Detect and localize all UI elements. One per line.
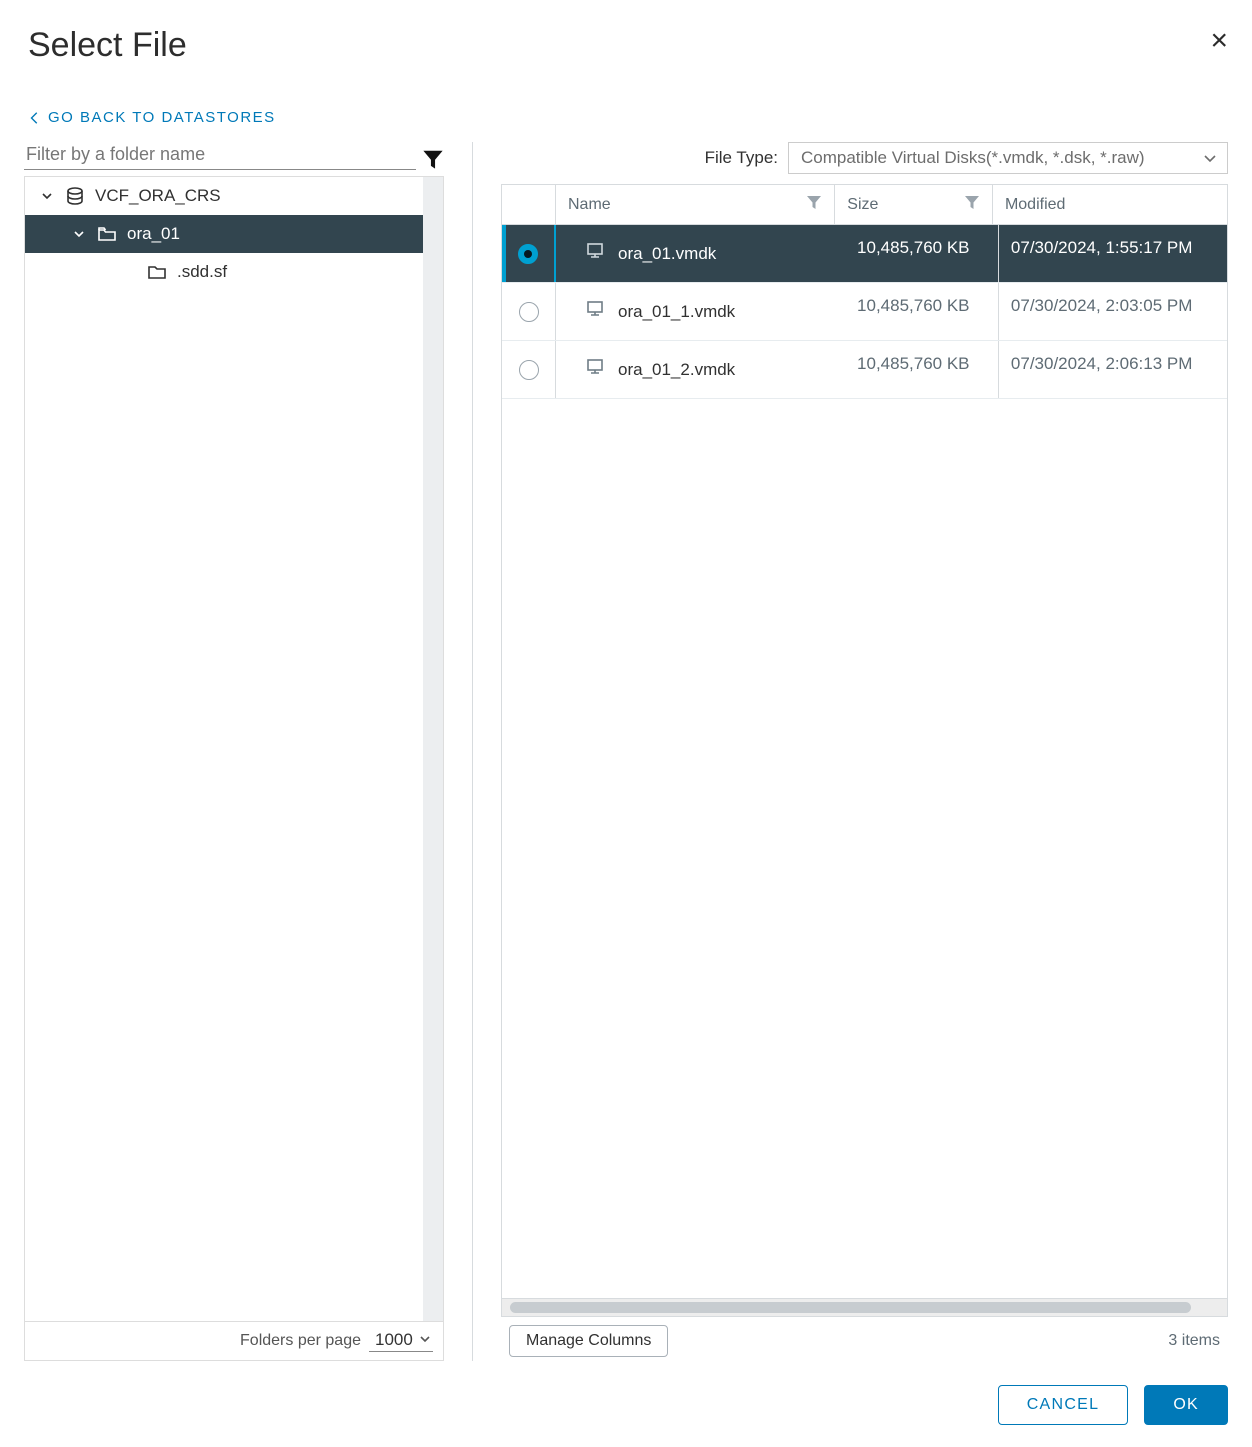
file-type-value: Compatible Virtual Disks(*.vmdk, *.dsk, …: [801, 148, 1145, 167]
row-name-cell: ora_01_2.vmdk: [556, 341, 845, 398]
grid-body: ora_01.vmdk 10,485,760 KB 07/30/2024, 1:…: [502, 225, 1227, 1298]
row-radio[interactable]: [502, 341, 556, 398]
tree-folder-child[interactable]: .sdd.sf: [25, 253, 443, 291]
folder-open-icon: [97, 224, 117, 244]
file-name: ora_01_1.vmdk: [618, 302, 735, 322]
file-name: ora_01_2.vmdk: [618, 360, 735, 380]
row-modified-cell: 07/30/2024, 2:03:05 PM: [999, 283, 1227, 340]
column-label: Modified: [1005, 196, 1065, 214]
folders-per-page-label: Folders per page: [240, 1332, 361, 1350]
radio-icon: [519, 360, 539, 380]
radio-icon: [518, 244, 538, 264]
row-radio[interactable]: [502, 283, 556, 340]
row-modified-cell: 07/30/2024, 1:55:17 PM: [999, 225, 1227, 282]
tree-folder-open[interactable]: ora_01: [25, 215, 423, 253]
back-link-label: GO BACK TO DATASTORES: [48, 109, 276, 126]
file-type-row: File Type: Compatible Virtual Disks(*.vm…: [501, 140, 1228, 184]
tree-item-label: .sdd.sf: [177, 262, 227, 282]
horizontal-scrollbar[interactable]: [502, 1298, 1227, 1316]
file-list-panel: File Type: Compatible Virtual Disks(*.vm…: [501, 140, 1228, 1361]
select-file-dialog: Select File × GO BACK TO DATASTORES: [0, 0, 1252, 1447]
folders-per-page: Folders per page 1000: [25, 1321, 443, 1360]
vm-disk-icon: [586, 358, 604, 381]
dialog-footer: CANCEL OK: [18, 1361, 1234, 1429]
manage-columns-button[interactable]: Manage Columns: [509, 1325, 668, 1357]
close-icon[interactable]: ×: [1210, 26, 1228, 56]
column-name[interactable]: Name: [556, 185, 835, 224]
column-label: Name: [568, 196, 611, 214]
row-size-cell: 10,485,760 KB: [845, 341, 999, 398]
column-modified[interactable]: Modified: [993, 185, 1227, 224]
grid-header: Name Size Modified: [502, 185, 1227, 225]
datastore-icon: [65, 186, 85, 206]
folder-icon: [147, 262, 167, 282]
row-size-cell: 10,485,760 KB: [845, 283, 999, 340]
dialog-header: Select File ×: [18, 18, 1234, 105]
column-select: [502, 185, 556, 224]
folder-filter-input[interactable]: [24, 140, 416, 170]
vm-disk-icon: [586, 300, 604, 323]
column-label: Size: [847, 196, 878, 214]
folder-tree: VCF_ORA_CRS ora_01: [24, 176, 444, 1361]
filter-icon[interactable]: [422, 148, 444, 170]
row-radio[interactable]: [502, 225, 556, 282]
vertical-divider: [472, 142, 473, 1361]
chevron-down-icon[interactable]: [71, 228, 87, 240]
file-row[interactable]: ora_01_2.vmdk 10,485,760 KB 07/30/2024, …: [502, 341, 1227, 399]
file-type-label: File Type:: [705, 148, 778, 168]
dialog-title: Select File: [28, 26, 187, 65]
row-name-cell: ora_01.vmdk: [556, 225, 845, 282]
tree-item-label: VCF_ORA_CRS: [95, 186, 221, 206]
chevron-down-icon[interactable]: [39, 190, 55, 202]
folders-per-page-select[interactable]: 1000: [369, 1330, 433, 1352]
radio-icon: [519, 302, 539, 322]
file-type-select[interactable]: Compatible Virtual Disks(*.vmdk, *.dsk, …: [788, 142, 1228, 174]
cancel-button[interactable]: CANCEL: [998, 1385, 1129, 1425]
items-count: 3 items: [1168, 1332, 1220, 1350]
filter-icon[interactable]: [964, 194, 980, 215]
folder-tree-scroll[interactable]: VCF_ORA_CRS ora_01: [25, 177, 443, 1321]
file-row[interactable]: ora_01.vmdk 10,485,760 KB 07/30/2024, 1:…: [502, 225, 1227, 283]
ok-button[interactable]: OK: [1144, 1385, 1228, 1425]
folder-filter: [24, 140, 444, 170]
back-to-datastores-link[interactable]: GO BACK TO DATASTORES: [18, 105, 1234, 140]
row-size-cell: 10,485,760 KB: [845, 225, 999, 282]
grid-footer: Manage Columns 3 items: [501, 1317, 1228, 1361]
chevron-down-icon: [1203, 151, 1217, 165]
filter-icon[interactable]: [806, 194, 822, 215]
dialog-body: VCF_ORA_CRS ora_01: [18, 140, 1234, 1361]
file-name: ora_01.vmdk: [618, 244, 716, 264]
folder-tree-panel: VCF_ORA_CRS ora_01: [24, 140, 444, 1361]
column-size[interactable]: Size: [835, 185, 993, 224]
file-row[interactable]: ora_01_1.vmdk 10,485,760 KB 07/30/2024, …: [502, 283, 1227, 341]
chevron-left-icon: [28, 111, 42, 125]
row-name-cell: ora_01_1.vmdk: [556, 283, 845, 340]
row-modified-cell: 07/30/2024, 2:06:13 PM: [999, 341, 1227, 398]
vm-disk-icon: [586, 242, 604, 265]
file-grid: Name Size Modified: [501, 184, 1228, 1317]
tree-item-label: ora_01: [127, 224, 180, 244]
tree-datastore-row[interactable]: VCF_ORA_CRS: [25, 177, 443, 215]
